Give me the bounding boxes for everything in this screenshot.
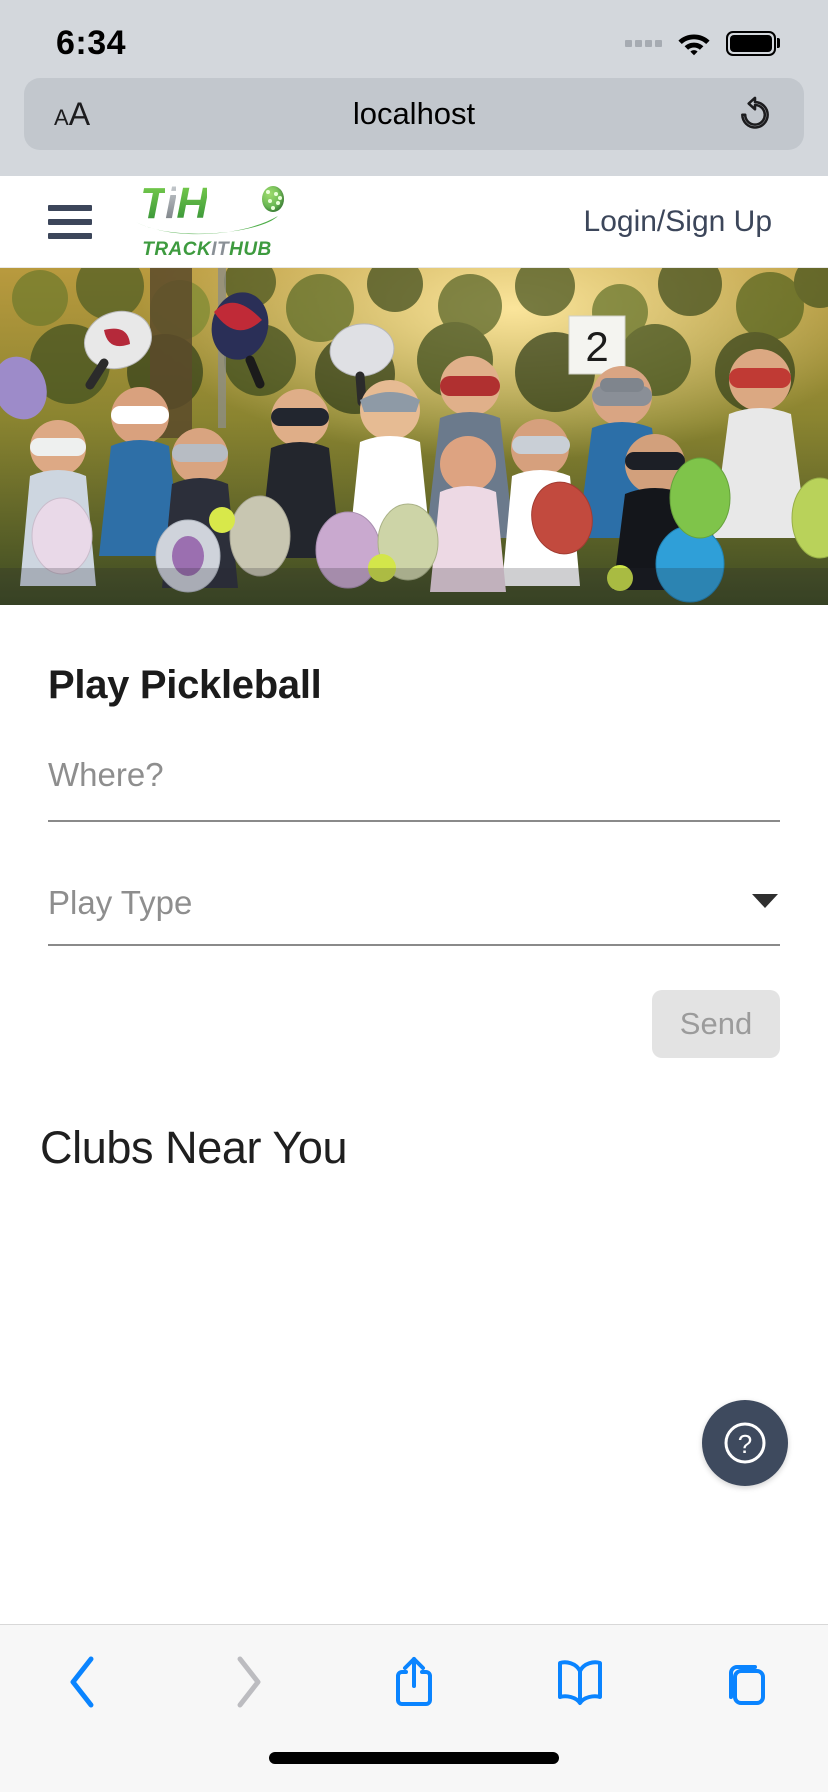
forward-button[interactable] [198, 1647, 298, 1717]
send-button[interactable]: Send [652, 990, 780, 1058]
hamburger-menu-icon[interactable] [48, 204, 92, 239]
battery-full-icon [726, 30, 776, 56]
hero-image: 2 [0, 268, 828, 605]
court-number-sign: 2 [568, 315, 626, 375]
tabs-button[interactable] [695, 1647, 795, 1717]
safari-bottom-toolbar [0, 1624, 828, 1792]
text-size-small-a: A [54, 105, 69, 130]
play-type-select[interactable]: Play Type [48, 884, 780, 946]
site-logo[interactable]: TiH TRACKITHUB [132, 182, 284, 259]
ios-status-bar: 6:34 [0, 0, 828, 78]
text-size-button[interactable]: AA [54, 98, 90, 130]
safari-url-bar: AA localhost [0, 78, 828, 176]
url-text: localhost [352, 96, 476, 131]
signal-dots-icon [625, 39, 662, 47]
play-type-label: Play Type [48, 884, 193, 921]
where-input[interactable] [48, 756, 780, 794]
where-field[interactable] [48, 756, 780, 822]
url-field[interactable]: AA localhost [24, 78, 804, 150]
svg-text:2: 2 [585, 323, 608, 370]
text-size-large-a: A [68, 96, 91, 132]
logo-wordmark: TRACKITHUB [142, 240, 272, 259]
home-indicator [269, 1752, 559, 1764]
send-row: Send [48, 990, 780, 1058]
back-button[interactable] [33, 1647, 133, 1717]
page-title: Play Pickleball [48, 663, 322, 707]
forward-chevron-icon [237, 1656, 261, 1708]
question-mark-circle-icon: ? [724, 1422, 766, 1464]
logo-wordmark-hub: HUB [229, 239, 272, 260]
help-button[interactable]: ? [702, 1400, 788, 1486]
logo-swoosh-icon [136, 216, 278, 235]
chevron-down-icon[interactable] [752, 894, 778, 908]
logo-wordmark-track: TRACK [142, 239, 212, 260]
status-bar-indicators [625, 30, 776, 56]
status-bar-clock: 6:34 [56, 23, 127, 62]
main-content: Play Pickleball Play Type Send Clubs Nea… [0, 605, 828, 1174]
clubs-near-you-heading: Clubs Near You [40, 1122, 348, 1173]
wifi-icon [678, 34, 710, 56]
logo-mark: TiH [132, 182, 284, 236]
logo-wordmark-it: IT [211, 239, 230, 260]
tabs-icon [729, 1665, 766, 1705]
hero-photo-illustration: 2 [0, 268, 828, 605]
svg-text:?: ? [738, 1429, 752, 1459]
bookmarks-button[interactable] [530, 1647, 630, 1717]
share-button[interactable] [364, 1647, 464, 1717]
back-chevron-icon [70, 1656, 94, 1708]
bookmarks-book-icon [557, 1660, 602, 1705]
site-header: TiH TRACKITHUB Login/Sign Up [0, 176, 828, 268]
reload-icon[interactable] [736, 95, 774, 133]
login-signup-link[interactable]: Login/Sign Up [584, 205, 772, 239]
share-icon [395, 1657, 432, 1706]
pickleball-icon [262, 186, 284, 212]
